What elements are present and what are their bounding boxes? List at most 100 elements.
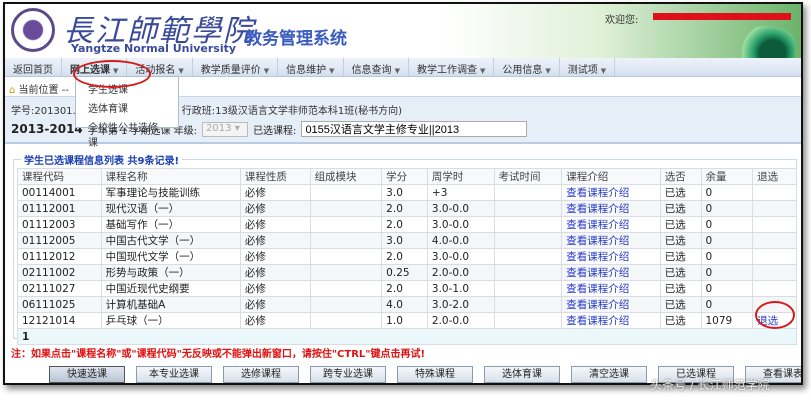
column-header: 课程代码 (17, 168, 102, 185)
table-row: 12121014 乒乓球（一） 必修 1.0 2.0-0.0 查看课程介绍 已选 1079 退选 (17, 312, 797, 329)
table-cell (493, 280, 563, 297)
table-row: 02111002 形势与政策（一） 必修 0.25 2.0-0.0 查看课程介绍 已选 0 (17, 264, 797, 281)
nav-item[interactable]: 信息维护 ▼ (278, 58, 344, 76)
table-cell (493, 232, 563, 249)
table-cell: 0 (700, 216, 754, 233)
home-icon: ⌂ (9, 85, 16, 96)
grade-select[interactable]: 2013 ▾ (202, 121, 249, 137)
header: 長江師範學院 Yangtze Normal University 教务管理系统 … (5, 4, 801, 60)
table-cell: 02111002 (17, 264, 102, 281)
table-cell: 中国现代文学（一） (100, 248, 241, 265)
note-text: 注：如果点击"课程名称"或"课程代码"无反映或不能弹出新窗口，请按住"CTRL"… (11, 349, 426, 360)
redacted-username (653, 13, 791, 20)
watermark: 头条号 / 长江师范学院 (650, 378, 770, 392)
selected-program-input[interactable] (301, 121, 528, 137)
table-row: 01112001 现代汉语（一） 必修 2.0 3.0-0.0 查看课程介绍 已选 0 (17, 200, 797, 217)
nav-item[interactable]: 教学工作调查 ▼ (409, 58, 495, 76)
course-intro-link[interactable]: 查看课程介绍 (561, 248, 661, 265)
action-button[interactable]: 跨专业选课 (310, 366, 386, 383)
table-cell: 2.0-0.0 (426, 312, 495, 329)
course-intro-link[interactable]: 查看课程介绍 (561, 264, 661, 281)
page-number[interactable]: 1 (17, 328, 797, 345)
column-header: 学分 (381, 168, 428, 185)
table-cell: 0 (700, 296, 754, 313)
table-cell: 已选 (659, 184, 702, 201)
nav-item[interactable]: 公用信息 ▼ (494, 58, 560, 76)
table-cell: 必修 (239, 216, 311, 233)
table-cell (309, 200, 383, 217)
drop-course-link (752, 200, 797, 217)
course-intro-link[interactable]: 查看课程介绍 (561, 200, 661, 217)
course-intro-link[interactable]: 查看课程介绍 (561, 232, 661, 249)
table-cell: 01112001 (17, 200, 102, 217)
nav-label: 教学工作调查 (416, 65, 477, 76)
table-cell (493, 184, 563, 201)
table-cell (493, 296, 563, 313)
course-intro-link[interactable]: 查看课程介绍 (561, 280, 661, 297)
table-cell: 3.0-1.0 (426, 280, 495, 297)
nav-item[interactable]: 信息查询 ▼ (344, 58, 409, 76)
course-intro-link[interactable]: 查看课程介绍 (561, 312, 661, 329)
action-button[interactable]: 本专业选课 (136, 366, 212, 383)
table-cell (493, 200, 563, 217)
action-button[interactable]: 清空选课 (571, 366, 647, 383)
table-row: 06111025 计算机基础A 必修 4.0 3.0-2.0 查看课程介绍 已选 0 (17, 296, 797, 313)
table-cell: 中国古代文学（一） (100, 232, 241, 249)
selected-courses-table: 课程代码 课程名称 课程性质 组成模块 学分 周学时 考试时间 课程介绍 选否 余量 退选 00114… (17, 168, 797, 345)
table-cell: 3.0-2.0 (426, 296, 495, 313)
table-cell: 0 (700, 248, 754, 265)
table-cell: 必修 (239, 280, 311, 297)
table-row: 01112003 基础写作（一） 必修 2.0 3.0-0.0 查看课程介绍 已选 0 (17, 216, 797, 233)
course-intro-link[interactable]: 查看课程介绍 (561, 216, 661, 233)
dropdown-item[interactable]: 全校性公共选修课 (76, 117, 178, 151)
action-button[interactable]: 选体育课 (484, 366, 560, 383)
table-cell: 军事理论与技能训练 (100, 184, 241, 201)
action-button[interactable]: 快速选课 (49, 366, 125, 383)
drop-course-link (752, 232, 797, 249)
nav-item[interactable]: 返回首页 (5, 58, 62, 76)
red-annotation-circle (755, 301, 795, 329)
column-header: 退选 (752, 168, 797, 185)
course-intro-link[interactable]: 查看课程介绍 (561, 184, 661, 201)
table-cell: 06111025 (17, 296, 102, 313)
nav-label: 信息维护 (286, 65, 327, 76)
nav-label: 教学质量评价 (200, 65, 261, 76)
table-cell: 3.0-0.0 (426, 248, 495, 265)
table-cell: 必修 (239, 312, 311, 329)
column-header: 考试时间 (493, 168, 563, 185)
table-cell: 2.0 (381, 280, 428, 297)
column-header: 课程介绍 (561, 168, 661, 185)
table-cell: 0 (700, 264, 754, 281)
table-cell: 已选 (659, 248, 702, 265)
table-cell: 已选 (659, 232, 702, 249)
drop-course-link (752, 248, 797, 265)
chevron-down-icon: ▼ (600, 67, 607, 75)
table-cell (493, 216, 563, 233)
action-button[interactable]: 选修课程 (223, 366, 299, 383)
table-cell (309, 312, 383, 329)
table-cell: 0 (700, 200, 754, 217)
table-cell: 必修 (239, 184, 311, 201)
table-cell: 计算机基础A (100, 296, 241, 313)
breadcrumb-text: 当前位置 -- (18, 85, 69, 96)
pager-row: 1 (17, 328, 797, 345)
table-cell: 2.0 (381, 216, 428, 233)
table-cell: 0 (700, 184, 754, 201)
table-cell: 01112003 (17, 216, 102, 233)
table-cell: 4.0-0.0 (426, 232, 495, 249)
course-intro-link[interactable]: 查看课程介绍 (561, 296, 661, 313)
table-cell (309, 264, 383, 281)
table-cell: 必修 (239, 296, 311, 313)
table-cell: 1079 (700, 312, 754, 329)
drop-course-link (752, 184, 797, 201)
table-cell: 2.0 (381, 248, 428, 265)
table-cell: 0 (700, 232, 754, 249)
column-header: 课程性质 (239, 168, 311, 185)
nav-item[interactable]: 测试项 ▼ (560, 58, 616, 76)
action-button[interactable]: 特殊课程 (397, 366, 473, 383)
dropdown-item[interactable]: 选体育课 (76, 98, 178, 117)
nav-item[interactable]: 教学质量评价 ▼ (193, 58, 279, 76)
nav-label: 测试项 (567, 65, 598, 76)
drop-course-link (752, 280, 797, 297)
table-cell: 02111027 (17, 280, 102, 297)
